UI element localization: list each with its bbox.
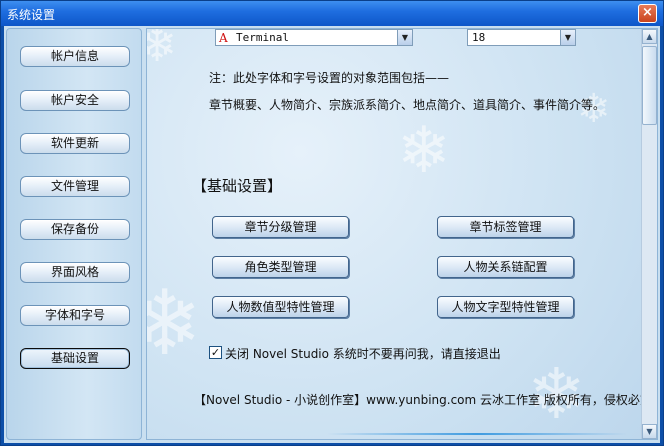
snowflake-decoration: ❄ (397, 114, 451, 188)
settings-content-panel: ❄ ❄ ❄ ❄ ❄ A Terminal ▼ 18 ▼ 注：此处字体和字号设置的… (146, 28, 658, 440)
scroll-thumb[interactable] (642, 46, 657, 125)
font-size-select[interactable]: 18 ▼ (467, 29, 576, 46)
font-family-value: Terminal (236, 31, 289, 44)
snowflake-decoration: ❄ (147, 29, 177, 69)
font-type-icon: A (219, 31, 228, 45)
title-bar[interactable]: 系统设置 × (1, 1, 663, 26)
chevron-down-icon[interactable]: ▼ (560, 30, 575, 45)
role-type-button[interactable]: 角色类型管理 (212, 256, 349, 278)
exit-confirm-checkbox[interactable]: ✓ (209, 346, 222, 359)
chapter-tag-button[interactable]: 章节标签管理 (437, 216, 574, 238)
sidebar-item-file-management[interactable]: 文件管理 (20, 176, 130, 197)
chapter-level-button[interactable]: 章节分级管理 (212, 216, 349, 238)
divider (327, 433, 627, 435)
vertical-scrollbar[interactable]: ▲ ▼ (641, 29, 657, 439)
scroll-up-icon[interactable]: ▲ (642, 29, 657, 44)
font-size-value: 18 (472, 31, 486, 44)
window-client-area: 帐户信息 帐户安全 软件更新 文件管理 保存备份 界面风格 字体和字号 基础设置… (4, 26, 660, 443)
scroll-down-icon[interactable]: ▼ (642, 424, 657, 439)
text-trait-button[interactable]: 人物文字型特性管理 (437, 296, 574, 318)
exit-confirm-label: 关闭 Novel Studio 系统时不要再问我，请直接退出 (225, 347, 501, 361)
font-family-select[interactable]: A Terminal ▼ (215, 29, 413, 46)
font-scope-list: 章节概要、人物简介、宗族派系简介、地点简介、道具简介、事件简介等。 (209, 98, 606, 112)
settings-window: 系统设置 × 帐户信息 帐户安全 软件更新 文件管理 保存备份 界面风格 字体和… (0, 0, 664, 446)
window-title: 系统设置 (7, 8, 56, 22)
sidebar: 帐户信息 帐户安全 软件更新 文件管理 保存备份 界面风格 字体和字号 基础设置 (6, 28, 142, 440)
sidebar-item-account-security[interactable]: 帐户安全 (20, 90, 130, 111)
snowflake-decoration: ❄ (147, 279, 202, 369)
sidebar-item-account-info[interactable]: 帐户信息 (20, 46, 130, 67)
sidebar-item-ui-style[interactable]: 界面风格 (20, 262, 130, 283)
sidebar-item-basic-settings[interactable]: 基础设置 (20, 348, 130, 369)
copyright-footer: 【Novel Studio - 小说创作室】www.yunbing.com 云冰… (194, 393, 652, 407)
relation-chain-button[interactable]: 人物关系链配置 (437, 256, 574, 278)
font-scope-note: 注：此处字体和字号设置的对象范围包括—— (209, 71, 450, 85)
close-button[interactable]: × (638, 4, 657, 23)
section-title: 【基础设置】 (192, 177, 283, 195)
sidebar-item-software-update[interactable]: 软件更新 (20, 133, 130, 154)
numeric-trait-button[interactable]: 人物数值型特性管理 (212, 296, 349, 318)
sidebar-item-save-backup[interactable]: 保存备份 (20, 219, 130, 240)
sidebar-item-font-size[interactable]: 字体和字号 (20, 305, 130, 326)
chevron-down-icon[interactable]: ▼ (397, 30, 412, 45)
